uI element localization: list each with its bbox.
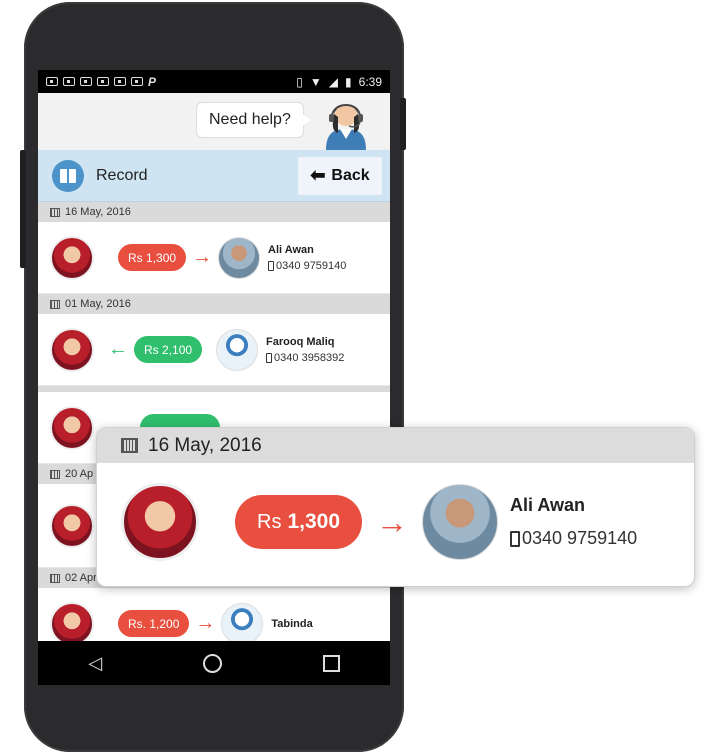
contact-avatar <box>218 236 261 279</box>
arrow-right-icon: → <box>376 503 409 540</box>
power-button <box>400 98 406 150</box>
list-item[interactable]: Rs 1,300 → Ali Awan 0340 9759140 <box>38 222 390 294</box>
system-icons: ▯ ▼ ◢ ▮ 6:39 <box>296 75 382 89</box>
amount-badge: Rs 1,300 <box>235 495 363 549</box>
amount-value: 1,200 <box>149 616 180 631</box>
avatar <box>50 235 94 280</box>
amount-value: 2,100 <box>162 342 193 357</box>
calendar-icon <box>50 469 60 479</box>
image-icon <box>46 77 58 86</box>
date-header: 01 May, 2016 <box>38 294 390 314</box>
avatar <box>50 405 94 450</box>
contact-info: Ali Awan 0340 9759140 <box>510 495 637 549</box>
contact-avatar <box>216 328 259 371</box>
wifi-icon: ▼ <box>309 74 322 89</box>
contact-name: Tabinda <box>271 617 313 630</box>
calendar-icon <box>121 438 138 453</box>
currency-label: Rs. <box>128 616 146 631</box>
date-label: 01 May, 2016 <box>65 298 131 310</box>
contact-phone: 0340 9759140 <box>510 528 637 549</box>
clock: 6:39 <box>358 74 382 89</box>
amount-badge: Rs. 1,200 <box>118 610 190 637</box>
mobile-icon <box>510 530 521 547</box>
contact-phone: 0340 3958392 <box>266 352 344 364</box>
mobile-icon <box>268 260 275 271</box>
list-item: Rs 1,300 → Ali Awan 0340 9759140 <box>97 463 694 581</box>
date-label: 16 May, 2016 <box>65 206 131 218</box>
youtube-icon <box>80 77 92 86</box>
contact-phone: 0340 9759140 <box>268 260 346 272</box>
youtube-icon <box>131 77 143 86</box>
avatar <box>50 327 94 372</box>
avatar <box>121 483 199 561</box>
need-help-button[interactable]: Need help? <box>196 102 311 138</box>
date-header: 16 May, 2016 <box>97 428 694 463</box>
back-button[interactable]: ⬅ Back <box>298 156 382 195</box>
nav-back-icon[interactable]: ◁ <box>88 653 102 674</box>
avatar <box>50 503 94 548</box>
nav-home-icon[interactable] <box>202 653 222 673</box>
nav-recents-icon[interactable] <box>322 654 340 672</box>
date-label: 16 May, 2016 <box>148 434 262 456</box>
page-title: Record <box>96 166 148 184</box>
mobile-icon <box>266 352 273 363</box>
contact-info: Farooq Maliq 0340 3958392 <box>266 336 344 364</box>
phone-number: 0340 9759140 <box>276 259 347 272</box>
signal-icon: ◢ <box>328 74 339 89</box>
youtube-icon <box>114 77 126 86</box>
currency-label: Rs <box>257 510 282 533</box>
support-agent-icon[interactable] <box>320 95 372 150</box>
contact-name: Farooq Maliq <box>266 335 335 348</box>
contact-avatar <box>221 602 264 645</box>
help-bar: Need help? <box>38 93 390 150</box>
amount-value: 1,300 <box>146 250 177 265</box>
zoomed-record-card: 16 May, 2016 Rs 1,300 → Ali Awan 0340 975… <box>96 427 695 587</box>
date-label: 02 Apr <box>65 572 97 584</box>
arrow-left-icon: ← <box>108 338 128 360</box>
arrow-right-icon: → <box>192 246 213 268</box>
youtube-icon <box>97 77 109 86</box>
avatar <box>50 601 94 646</box>
status-bar: P ▯ ▼ ◢ ▮ 6:39 <box>38 70 390 93</box>
list-item[interactable]: ← Rs 2,100 Farooq Maliq 0340 3958392 <box>38 314 390 386</box>
paypal-icon: P <box>148 74 157 89</box>
phone-number: 0340 3958392 <box>274 351 345 364</box>
arrow-right-icon: → <box>195 612 216 634</box>
volume-button <box>20 150 26 268</box>
contact-info: Ali Awan 0340 9759140 <box>268 244 346 272</box>
calendar-icon <box>50 299 60 309</box>
currency-label: Rs <box>128 250 143 265</box>
back-button-label: Back <box>331 166 370 184</box>
book-icon <box>52 159 84 192</box>
contact-name: Ali Awan <box>268 243 314 256</box>
date-label: 20 Ap <box>65 468 94 480</box>
calendar-icon <box>50 207 60 217</box>
date-header: 16 May, 2016 <box>38 202 390 222</box>
phone-screen: P ▯ ▼ ◢ ▮ 6:39 Need help? Record ⬅ Back … <box>38 70 390 685</box>
notification-icons: P <box>46 75 156 89</box>
amount-badge: Rs 1,300 <box>118 244 187 271</box>
battery-icon: ▮ <box>345 74 352 89</box>
amount-value: 1,300 <box>287 510 341 533</box>
contact-avatar <box>422 484 499 560</box>
record-header: Record ⬅ Back <box>38 150 390 202</box>
contact-name: Ali Awan <box>510 495 586 515</box>
phone-number: 0340 9759140 <box>522 528 638 548</box>
android-nav-bar: ◁ <box>38 641 390 685</box>
vibrate-icon: ▯ <box>296 74 303 89</box>
contact-info: Tabinda <box>271 618 312 630</box>
amount-badge: Rs 2,100 <box>134 336 203 363</box>
currency-label: Rs <box>144 342 159 357</box>
calendar-icon <box>50 573 60 583</box>
youtube-icon <box>63 77 75 86</box>
arrow-left-icon: ⬅ <box>310 165 326 185</box>
